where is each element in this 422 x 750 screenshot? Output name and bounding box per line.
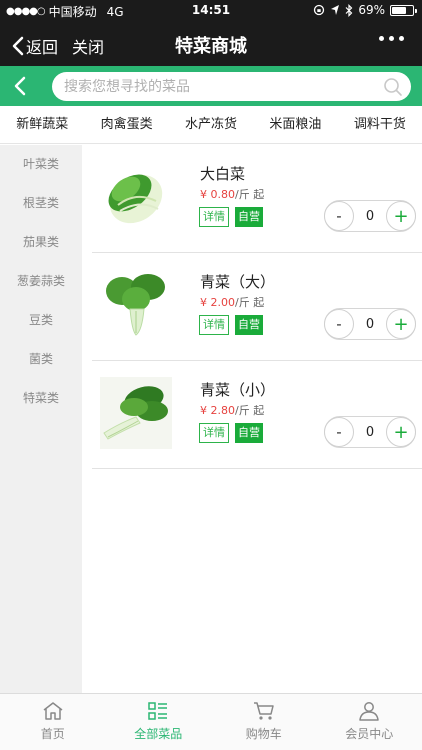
product-list: 大白菜 ¥ 0.80/斤 起 详情 自营 - 0 + 青菜（大） ¥ 2.00/…: [92, 145, 422, 469]
category-tab-seasoning-dry-goods[interactable]: 调料干货: [338, 106, 422, 143]
battery-icon: [390, 4, 417, 16]
category-tab-seafood-frozen[interactable]: 水产冻货: [169, 106, 253, 143]
list-grid-icon: [148, 702, 168, 720]
search-input[interactable]: [52, 72, 362, 101]
product-price: ¥ 0.80/斤 起: [200, 186, 264, 202]
small-bok-choy-image[interactable]: [100, 377, 172, 449]
increase-quantity-button[interactable]: +: [386, 417, 416, 447]
more-menu-button[interactable]: [379, 36, 404, 41]
user-icon: [359, 702, 379, 721]
location-arrow-icon: [331, 5, 340, 15]
more-dots-icon: [379, 36, 384, 41]
quantity-value: 0: [365, 424, 375, 440]
shopping-cart-icon: [253, 702, 274, 720]
bottom-tab-bar: 首页 全部菜品 购物车 会员中心: [0, 693, 422, 750]
quantity-stepper: - 0 +: [324, 308, 416, 340]
search-bar: [0, 66, 422, 106]
lock-rotation-icon: [314, 4, 325, 16]
product-row[interactable]: 青菜（小） ¥ 2.80/斤 起 详情 自营 - 0 +: [92, 361, 422, 469]
self-operated-badge: 自营: [235, 315, 263, 335]
bok-choy-image[interactable]: [100, 269, 172, 341]
quantity-stepper: - 0 +: [324, 200, 416, 232]
tab-cart[interactable]: 购物车: [211, 694, 317, 750]
tab-all-products[interactable]: 全部菜品: [106, 694, 212, 750]
sidebar-item-mushrooms[interactable]: 菌类: [0, 340, 82, 379]
price-value: ¥ 2.00: [200, 296, 235, 309]
product-row[interactable]: 大白菜 ¥ 0.80/斤 起 详情 自营 - 0 +: [92, 145, 422, 253]
subcategory-sidebar: 叶菜类 根茎类 茄果类 葱姜蒜类 豆类 菌类 特菜类: [0, 145, 82, 693]
tab-all-products-label: 全部菜品: [134, 727, 183, 741]
price-unit: /斤 起: [235, 404, 265, 417]
price-value: ¥ 2.80: [200, 404, 235, 417]
category-tab-meat-poultry-eggs[interactable]: 肉禽蛋类: [84, 106, 168, 143]
tab-home[interactable]: 首页: [0, 694, 106, 750]
decrease-quantity-button[interactable]: -: [324, 417, 354, 447]
bluetooth-icon: [345, 3, 353, 17]
product-row[interactable]: 青菜（大） ¥ 2.00/斤 起 详情 自营 - 0 +: [92, 253, 422, 361]
search-box: [52, 72, 411, 101]
quantity-value: 0: [365, 316, 375, 332]
decrease-quantity-button[interactable]: -: [324, 309, 354, 339]
sidebar-item-leafy[interactable]: 叶菜类: [0, 145, 82, 184]
chevron-left-icon: [14, 76, 26, 96]
tab-home-label: 首页: [40, 727, 65, 741]
home-icon: [43, 702, 63, 720]
category-tab-fresh-vegetables[interactable]: 新鲜蔬菜: [0, 106, 84, 143]
detail-button[interactable]: 详情: [199, 315, 229, 335]
category-tab-rice-flour-oil[interactable]: 米面粮油: [253, 106, 337, 143]
quantity-value: 0: [365, 208, 375, 224]
product-name: 大白菜: [200, 165, 246, 183]
self-operated-badge: 自营: [235, 423, 263, 443]
sidebar-item-specialty[interactable]: 特菜类: [0, 379, 82, 418]
price-unit: /斤 起: [235, 296, 265, 309]
page-title: 特菜商城: [175, 36, 247, 57]
tab-member-center-label: 会员中心: [345, 727, 394, 741]
battery-percent: 69%: [358, 3, 385, 17]
quantity-stepper: - 0 +: [324, 416, 416, 448]
napa-cabbage-image[interactable]: [100, 161, 172, 233]
increase-quantity-button[interactable]: +: [386, 201, 416, 231]
increase-quantity-button[interactable]: +: [386, 309, 416, 339]
price-value: ¥ 0.80: [200, 188, 235, 201]
status-bar: ●●●●○ 中国移动 4G 14:51 69%: [0, 0, 422, 22]
search-back-button[interactable]: [6, 72, 36, 100]
product-name: 青菜（大）: [200, 273, 276, 291]
tab-member-center[interactable]: 会员中心: [317, 694, 422, 750]
decrease-quantity-button[interactable]: -: [324, 201, 354, 231]
sidebar-item-beans[interactable]: 豆类: [0, 301, 82, 340]
detail-button[interactable]: 详情: [199, 207, 229, 227]
self-operated-badge: 自营: [235, 207, 263, 227]
product-name: 青菜（小）: [200, 381, 276, 399]
category-tabs: 新鲜蔬菜 肉禽蛋类 水产冻货 米面粮油 调料干货: [0, 106, 422, 144]
sidebar-item-onion-ginger-garlic[interactable]: 葱姜蒜类: [0, 262, 82, 301]
product-price: ¥ 2.00/斤 起: [200, 294, 264, 310]
search-icon[interactable]: [383, 77, 403, 97]
sidebar-item-nightshade[interactable]: 茄果类: [0, 223, 82, 262]
nav-header: 返回 关闭 特菜商城: [0, 22, 422, 66]
price-unit: /斤 起: [235, 188, 265, 201]
detail-button[interactable]: 详情: [199, 423, 229, 443]
sidebar-item-root-stem[interactable]: 根茎类: [0, 184, 82, 223]
product-price: ¥ 2.80/斤 起: [200, 402, 264, 418]
tab-cart-label: 购物车: [245, 727, 282, 741]
